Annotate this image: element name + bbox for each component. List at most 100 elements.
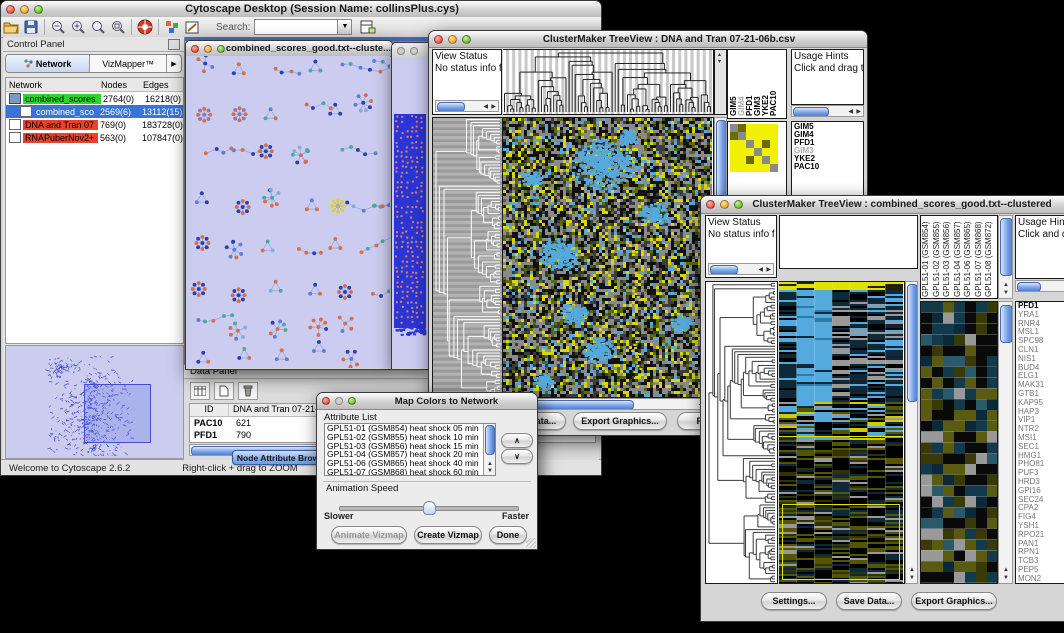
matrix-cell[interactable] xyxy=(762,164,770,172)
network-table-row[interactable]: DNA and Tran 07769(0)183728(0) xyxy=(6,118,183,131)
tv2-column-dendrogram[interactable] xyxy=(779,215,918,269)
tv2-collabels-vscrollbar[interactable]: ▲▼ xyxy=(998,215,1013,299)
tv2-row-dendrogram[interactable] xyxy=(705,281,778,584)
close-icon[interactable] xyxy=(191,45,199,53)
matrix-cell[interactable] xyxy=(730,140,738,148)
float-panel-icon[interactable] xyxy=(168,39,180,50)
matrix-cell[interactable] xyxy=(754,124,762,132)
slider-thumb[interactable] xyxy=(423,501,436,515)
network-view-icon[interactable] xyxy=(162,18,182,36)
new-attribute-icon[interactable] xyxy=(214,382,234,400)
matrix-cell[interactable] xyxy=(730,124,738,132)
minimize-icon[interactable] xyxy=(204,45,212,53)
export-graphics-button[interactable]: Export Graphics... xyxy=(911,592,997,610)
matrix-cell[interactable] xyxy=(738,164,746,172)
treeview1-titlebar[interactable]: ClusterMaker TreeView : DNA and Tran 07-… xyxy=(429,31,867,48)
matrix-cell[interactable] xyxy=(746,124,754,132)
network-overview-canvas[interactable] xyxy=(6,346,181,456)
tv2-column-label[interactable]: GPL51-01 (GSM854) xyxy=(922,217,933,297)
matrix-cell[interactable] xyxy=(762,132,770,140)
save-session-icon[interactable] xyxy=(21,18,41,36)
network2-canvas[interactable] xyxy=(392,58,428,368)
matrix-cell[interactable] xyxy=(730,148,738,156)
dialog-titlebar[interactable]: Map Colors to Network xyxy=(317,393,537,410)
tv1-splitter[interactable]: ▴▾ xyxy=(714,49,727,115)
matrix-cell[interactable] xyxy=(770,156,778,164)
export-graphics-button[interactable]: Export Graphics... xyxy=(573,412,667,430)
tv2-genes-vscrollbar[interactable]: ▲▼ xyxy=(998,301,1013,584)
animate-vizmap-button[interactable]: Animate Vizmap xyxy=(331,526,407,544)
tv2-heatmap[interactable] xyxy=(779,281,905,584)
done-button[interactable]: Done xyxy=(489,526,527,544)
matrix-cell[interactable] xyxy=(746,132,754,140)
gene-label[interactable]: MON2 xyxy=(1018,575,1064,584)
search-dropdown-button[interactable]: ▼ xyxy=(338,19,352,35)
search-input[interactable] xyxy=(254,19,338,35)
treeview2-titlebar[interactable]: ClusterMaker TreeView : combined_scores_… xyxy=(701,196,1064,214)
zoom-in-icon[interactable] xyxy=(68,18,88,36)
tv2-column-label[interactable]: GPL51-08 (GSM872) xyxy=(985,217,996,297)
matrix-cell[interactable] xyxy=(738,156,746,164)
matrix-cell[interactable] xyxy=(754,140,762,148)
tv1-hints-hscrollbar[interactable]: ◀▶ xyxy=(791,105,864,117)
matrix-cell[interactable] xyxy=(754,156,762,164)
tv1-column-dendrogram[interactable] xyxy=(503,49,714,115)
network-view-titlebar[interactable]: combined_scores_good.txt--cluste... xyxy=(186,41,392,57)
zoom-selected-icon[interactable] xyxy=(108,18,128,36)
minimize-icon[interactable] xyxy=(410,47,418,55)
matrix-cell[interactable] xyxy=(770,140,778,148)
zoom-out-icon[interactable] xyxy=(48,18,68,36)
attribute-list-item[interactable]: GPL51-07 (GSM868) heat shock 60 min xyxy=(327,468,495,476)
matrix-cell[interactable] xyxy=(754,148,762,156)
tv1-column-labels[interactable]: GIM5GIM4PFD1GIM3YKE2PAC10 xyxy=(727,49,787,119)
network-table-row[interactable]: combined_scores2764(0)16218(0) xyxy=(6,92,183,105)
tv1-row-dendrogram[interactable] xyxy=(432,117,503,398)
close-icon[interactable] xyxy=(397,47,405,55)
matrix-cell[interactable] xyxy=(730,132,738,140)
tab-vizmapper[interactable]: VizMapper™ xyxy=(90,55,167,72)
matrix-cell[interactable] xyxy=(754,132,762,140)
network-overview-panel[interactable] xyxy=(5,345,184,459)
minimize-icon[interactable] xyxy=(448,35,457,44)
tv1-column-label[interactable]: PAC10 xyxy=(770,52,778,116)
close-icon[interactable] xyxy=(434,35,443,44)
delete-attribute-icon[interactable] xyxy=(238,382,258,400)
matrix-cell[interactable] xyxy=(770,132,778,140)
minimize-icon[interactable] xyxy=(335,397,343,405)
tv1-row-label[interactable]: PAC10 xyxy=(794,163,863,171)
matrix-cell[interactable] xyxy=(754,164,762,172)
open-session-icon[interactable] xyxy=(1,18,21,36)
attribute-browser-icon[interactable] xyxy=(358,18,378,36)
col-edges[interactable]: Edges xyxy=(143,80,183,90)
tv2-hints-hscrollbar[interactable] xyxy=(1015,280,1064,292)
matrix-cell[interactable] xyxy=(738,140,746,148)
tv2-gene-labels[interactable]: PFD1YRA1RNR4MSL1SPC98CLN1NIS1BUD4ELG1MAK… xyxy=(1015,301,1064,584)
matrix-cell[interactable] xyxy=(770,164,778,172)
matrix-cell[interactable] xyxy=(762,140,770,148)
close-icon[interactable] xyxy=(706,200,715,209)
matrix-cell[interactable] xyxy=(746,148,754,156)
zoom-window-icon[interactable] xyxy=(734,200,743,209)
matrix-cell[interactable] xyxy=(738,124,746,132)
network-table-row[interactable]: combined_sco2569(6)13112(15) xyxy=(6,105,183,118)
annotation-icon[interactable] xyxy=(182,18,202,36)
matrix-cell[interactable] xyxy=(770,148,778,156)
attribute-select-icon[interactable] xyxy=(190,382,210,400)
tv2-zoom-heatmap[interactable] xyxy=(920,301,998,584)
id-column-header[interactable]: ID xyxy=(190,404,229,416)
tv2-status-hscrollbar[interactable]: ◀▶ xyxy=(708,263,774,275)
matrix-cell[interactable] xyxy=(730,156,738,164)
zoom-window-icon[interactable] xyxy=(34,5,43,14)
matrix-cell[interactable] xyxy=(746,156,754,164)
matrix-cell[interactable] xyxy=(746,140,754,148)
minimize-icon[interactable] xyxy=(720,200,729,209)
attribute-listbox[interactable]: GPL51-01 (GSM854) heat shock 05 minGPL51… xyxy=(324,423,496,476)
matrix-cell[interactable] xyxy=(738,132,746,140)
move-attribute-down-button[interactable]: ∨ xyxy=(501,449,533,464)
close-icon[interactable] xyxy=(322,397,330,405)
minimize-icon[interactable] xyxy=(20,5,29,14)
attribute-list-vscrollbar[interactable]: ▲▼ xyxy=(483,424,495,475)
matrix-cell[interactable] xyxy=(738,148,746,156)
tab-network[interactable]: Network xyxy=(6,55,90,72)
main-titlebar[interactable]: Cytoscape Desktop (Session Name: collins… xyxy=(1,1,601,18)
